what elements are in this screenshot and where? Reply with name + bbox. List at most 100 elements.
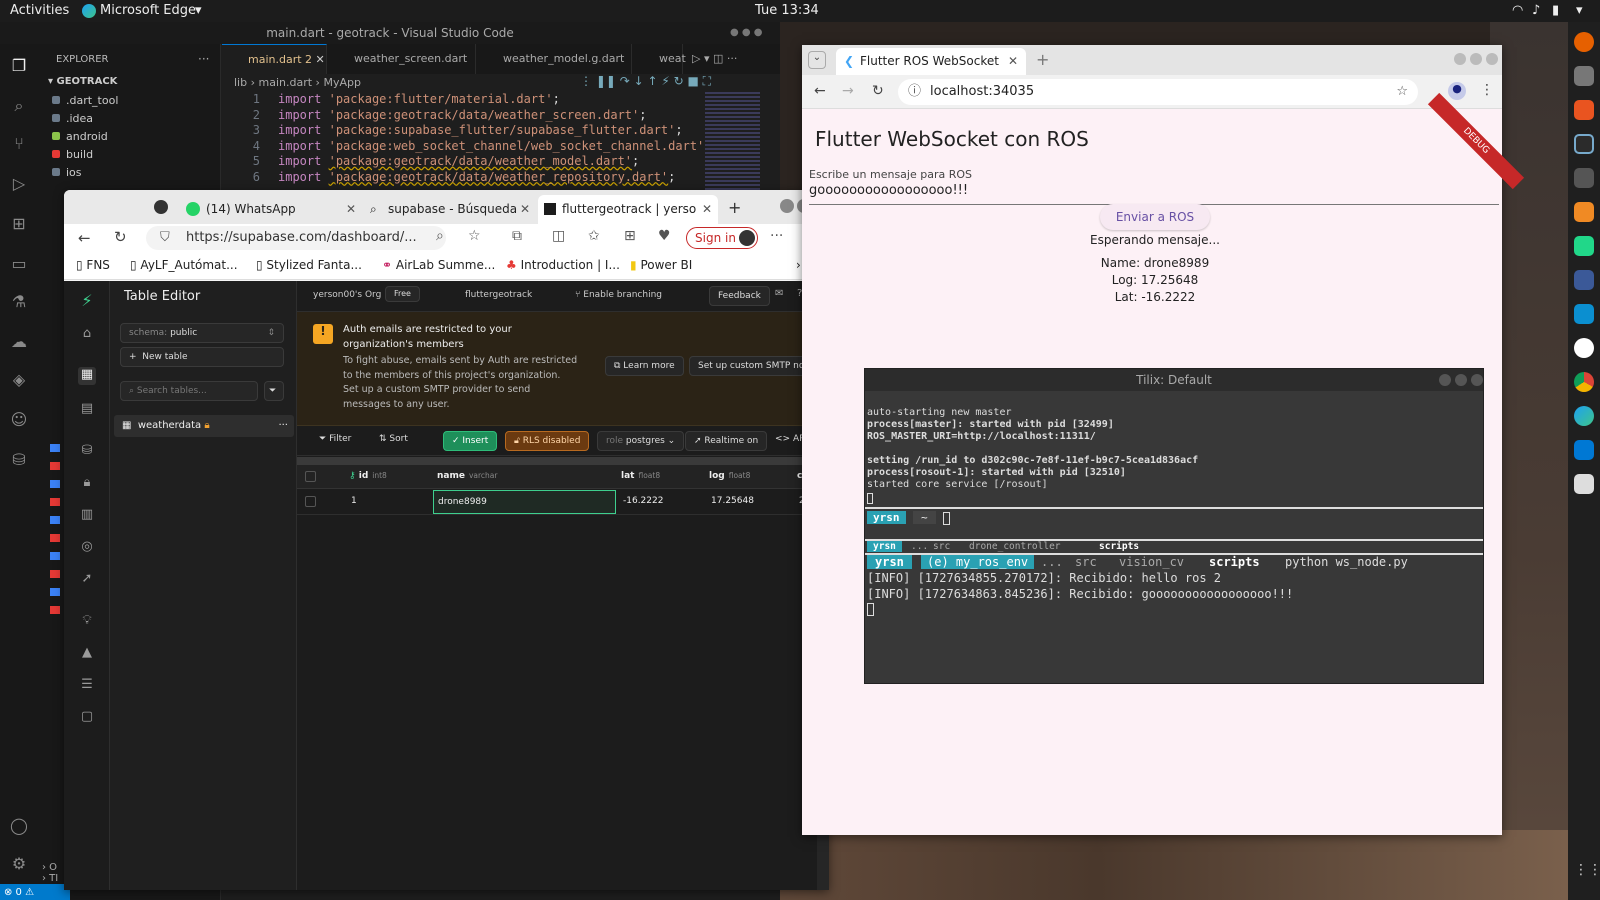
edge-icon[interactable] [1574,406,1594,426]
minimize-button[interactable] [1454,53,1466,65]
wifi-icon[interactable]: ◠ [1512,3,1523,18]
sql-editor-icon[interactable]: ▤ [78,401,96,419]
address-bar[interactable]: ⓘ localhost:34035 ☆ [898,79,1418,105]
close-window-button[interactable] [1471,374,1483,386]
feedback-button[interactable]: Feedback [709,286,770,306]
favorite-link[interactable]: ⚭ AirLab Summe... [382,258,495,272]
minimize-button[interactable] [780,199,794,213]
activities-button[interactable]: Activities [10,3,69,18]
column-header-log[interactable]: log float8 [709,471,750,481]
table-list-item[interactable]: ▦ weatherdata 🔒︎ ··· [114,415,294,437]
extensions-icon[interactable]: ⧉ [512,228,522,244]
zoom-icon[interactable]: ⌕ [436,228,444,244]
qt-icon[interactable] [1574,236,1594,256]
storage-icon[interactable]: ▥ [78,507,96,525]
learn-more-button[interactable]: ⧉ Learn more [605,356,684,376]
horizontal-scrollbar[interactable] [297,457,817,465]
cell-name-selected[interactable]: drone8989 [433,490,616,514]
editor-icon[interactable] [1574,474,1594,494]
clock[interactable]: Tue 13:34 [755,3,819,18]
close-icon[interactable]: ✕ [1008,48,1018,75]
database-icon[interactable]: ⛁ [78,443,96,461]
cell-log[interactable]: 17.25648 [711,496,754,506]
filter-button[interactable]: ⏷ Filter [319,434,351,444]
window-controls[interactable]: ● ● ● [730,27,770,39]
bookmark-star-icon[interactable]: ☆ [1396,79,1408,105]
new-tab-button[interactable]: + [1036,50,1049,69]
terminal-pane-roscore[interactable]: auto-starting new master process[master]… [865,391,1483,513]
collections-icon[interactable]: ⊞ [624,228,636,244]
project-name[interactable]: fluttergeotrack [465,290,532,300]
edge-functions-icon[interactable]: ◎ [78,539,96,557]
rls-disabled-badge[interactable]: 🔓︎ RLS disabled [505,431,590,451]
chevron-down-icon[interactable]: ▾ [195,3,202,18]
debug-toolbar[interactable]: ⋮ ❚❚ ↷ ↓ ↑ ⚡ ↻ ■ ⛶ [580,74,711,89]
files-icon[interactable] [1574,66,1594,86]
inbox-icon[interactable]: ✉ [775,288,783,299]
close-window-button[interactable] [1486,53,1498,65]
database-icon[interactable]: ⛁ [9,450,29,470]
favorite-link[interactable]: ▯ FNS [76,258,110,272]
favorite-link[interactable]: ▮ Power BI [630,258,692,272]
tab-weather-screen[interactable]: weather_screen.dart [328,44,476,74]
insert-button[interactable]: ✓ Insert [443,431,498,451]
new-table-button[interactable]: + New table [120,347,284,367]
branching-link[interactable]: ⑂ Enable branching [575,290,662,300]
row-checkbox[interactable] [305,496,316,507]
search-icon[interactable]: ⌕ [9,96,29,116]
new-tab-button[interactable]: + [728,198,741,217]
api-docs-icon[interactable]: ▢ [78,709,96,727]
tab-weather-repo[interactable]: weat [633,44,686,74]
setup-smtp-button[interactable]: Set up custom SMTP now [689,356,821,376]
collapsed-panels[interactable]: › O › TI [0,862,70,884]
tree-item[interactable]: android [52,130,108,143]
tree-item[interactable]: .idea [52,112,93,125]
filter-icon[interactable]: ⏷ [264,381,284,401]
more-icon[interactable]: ··· [770,228,783,244]
problems-indicator[interactable]: ⊗ 0 ⚠ [0,887,34,898]
tab-weather-model[interactable]: weather_model.g.dart [477,44,632,74]
realtime-icon[interactable]: ➚ [78,571,96,589]
performance-icon[interactable]: ♥ [658,228,671,244]
favorite-link[interactable]: ▯ Stylized Fanta... [256,258,362,272]
firefox-icon[interactable] [1574,32,1594,52]
column-header-lat[interactable]: lat float8 [621,471,660,481]
column-header-name[interactable]: name varchar [437,471,497,481]
remote-icon[interactable]: ▭ [9,254,29,274]
app-menu[interactable]: Microsoft Edge [100,3,196,18]
editor-actions[interactable]: ▷ ▾ ◫ ··· [692,52,737,65]
cell-lat[interactable]: -16.2222 [623,496,663,506]
pycharm-icon[interactable] [1574,304,1594,324]
volume-icon[interactable]: ♪ [1532,3,1540,18]
reload-icon[interactable]: ↻ [114,228,127,246]
account-icon[interactable]: ◯ [9,816,29,836]
app-icon-2[interactable] [1574,270,1594,290]
source-control-icon[interactable]: ⑂ [9,134,29,154]
tab-whatsapp[interactable]: (14) WhatsApp ✕ [182,195,362,224]
favorites-icon[interactable]: ✩ [588,228,600,244]
breadcrumb-item[interactable]: MyApp [323,76,361,89]
tab-flutter[interactable]: ❮ Flutter ROS WebSocket ✕ [836,48,1026,75]
explorer-icon[interactable]: ❐ [9,56,29,76]
system-menu-chevron-icon[interactable]: ▾ [1576,3,1583,18]
tree-item[interactable]: ios [52,166,82,179]
address-bar[interactable]: ⛉ https://supabase.com/dashboard/... [146,226,446,250]
favorite-link[interactable]: ♣ Introduction | I... [506,258,620,272]
extensions-icon[interactable]: ⊞ [9,214,29,234]
chrome-icon[interactable] [1574,372,1594,392]
show-apps-icon[interactable]: ⋮⋮ [1574,862,1600,882]
minimize-button[interactable] [1439,374,1451,386]
terminal-pane-ws-node[interactable]: yrsn (e) my_ros_env ... src vision_cv sc… [865,555,1483,683]
reports-icon[interactable]: ▲ [78,645,96,663]
battery-icon[interactable]: ▮ [1552,3,1559,18]
project-folder[interactable]: ▾ GEOTRACK [48,76,117,87]
terminal-pane-home[interactable]: yrsn ~ [865,509,1483,539]
reload-icon[interactable]: ↻ [872,83,884,99]
tab-supabase[interactable]: fluttergeotrack | yerso ✕ [538,195,718,224]
terminal-pane-drone[interactable]: yrsn ... src drone_controller scripts [865,541,1483,553]
copilot-icon[interactable]: ☺ [9,410,29,430]
workspace-icon[interactable] [154,200,168,214]
back-icon[interactable]: ← [814,83,826,99]
send-to-ros-button[interactable]: Enviar a ROS [1100,204,1210,230]
terminal-icon[interactable] [1574,168,1594,188]
